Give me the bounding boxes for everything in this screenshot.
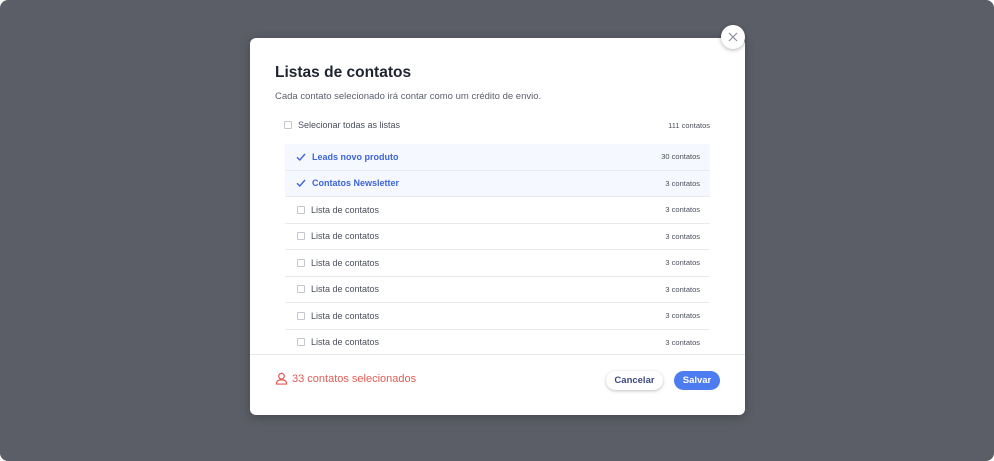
list-item-label: Lista de contatos	[311, 337, 380, 348]
list-item-count: 3 contatos	[665, 231, 700, 241]
list-item-count: 30 contatos	[661, 152, 700, 162]
list-item[interactable]: Lista de contatos 3 contatos	[285, 277, 710, 303]
list-item-label: Leads novo produto	[312, 151, 399, 162]
list-item-count: 3 contatos	[665, 284, 700, 294]
select-all-label: Selecionar todas as listas	[298, 120, 401, 130]
list-item-count: 3 contatos	[665, 205, 700, 215]
select-all-row[interactable]: Selecionar todas as listas 111 contatos	[284, 118, 710, 132]
list-item-count: 3 contatos	[665, 258, 700, 268]
list-item-label: Lista de contatos	[311, 257, 380, 268]
list-item-checkbox[interactable]	[297, 311, 305, 320]
close-button[interactable]	[721, 25, 745, 49]
list-item-checkbox[interactable]	[297, 285, 305, 294]
list-item-count: 3 contatos	[665, 178, 700, 188]
contact-list-scroll[interactable]: Leads novo produto 30 contatos Contatos Ne…	[250, 142, 745, 355]
list-item-label: Lista de contatos	[311, 284, 380, 295]
list-item-count: 3 contatos	[665, 337, 700, 347]
list-item-checkbox[interactable]	[297, 258, 305, 267]
list-item[interactable]: Lista de contatos 3 contatos	[285, 250, 710, 277]
list-item-label: Contatos Newsletter	[312, 178, 400, 189]
list-item[interactable]: Contatos Newsletter 3 contatos	[285, 170, 710, 197]
list-item[interactable]: Lista de contatos 3 contatos	[285, 330, 710, 355]
contact-list: Leads novo produto 30 contatos Contatos Ne…	[285, 144, 710, 355]
list-item-label: Lista de contatos	[311, 204, 380, 215]
contact-lists-modal: Listas de contatos Cada contato selecion…	[250, 38, 745, 415]
list-item-count: 3 contatos	[665, 311, 700, 321]
select-all-checkbox[interactable]	[284, 121, 292, 129]
list-item-label: Lista de contatos	[311, 231, 380, 242]
save-button[interactable]: Salvar	[674, 371, 720, 390]
selected-count: 33 contatos selecionados	[275, 372, 416, 385]
list-item-checkbox[interactable]	[297, 205, 305, 214]
list-item-label: Lista de contatos	[311, 310, 380, 321]
modal-title: Listas de contatos	[275, 64, 412, 81]
check-icon[interactable]	[296, 152, 306, 162]
cancel-button[interactable]: Cancelar	[606, 371, 663, 390]
close-icon	[728, 32, 738, 42]
select-all-count: 111 contatos	[668, 120, 710, 130]
list-item-checkbox[interactable]	[297, 232, 305, 241]
list-item[interactable]: Lista de contatos 3 contatos	[285, 224, 710, 250]
list-item[interactable]: Leads novo produto 30 contatos	[285, 144, 710, 171]
check-icon[interactable]	[296, 178, 306, 188]
list-item[interactable]: Lista de contatos 3 contatos	[285, 303, 710, 330]
list-item-checkbox[interactable]	[297, 338, 305, 347]
list-item[interactable]: Lista de contatos 3 contatos	[285, 197, 710, 224]
selected-count-text: 33 contatos selecionados	[292, 372, 417, 385]
modal-subtitle: Cada contato selecionado irá contar como…	[275, 91, 542, 102]
user-icon	[275, 372, 288, 385]
